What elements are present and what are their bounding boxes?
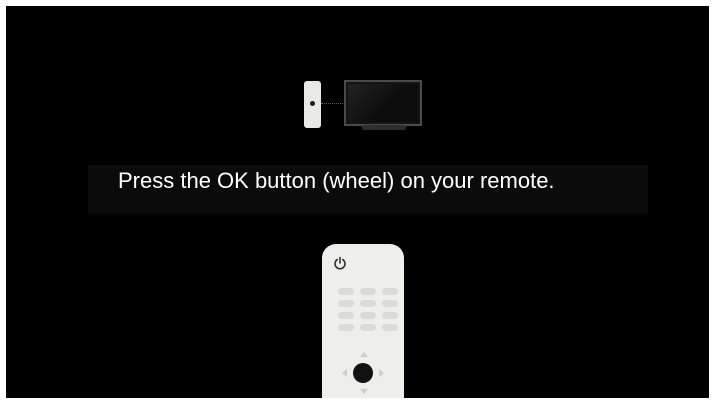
- tv-stand: [362, 125, 406, 130]
- keypad-button: [382, 312, 398, 319]
- remote-control-icon: [322, 244, 404, 398]
- keypad-button: [360, 300, 376, 307]
- set-top-box-icon: [304, 81, 321, 128]
- keypad-button: [360, 324, 376, 331]
- arrow-up-icon: [360, 352, 368, 357]
- tv-icon: [344, 80, 422, 126]
- keypad-button: [382, 324, 398, 331]
- instruction-banner: Press the OK button (wheel) on your remo…: [88, 165, 648, 213]
- keypad-button: [338, 300, 354, 307]
- keypad-button: [360, 312, 376, 319]
- arrow-right-icon: [379, 369, 384, 377]
- set-top-box-led: [310, 101, 315, 106]
- keypad-button: [338, 288, 354, 295]
- setup-screen: Press the OK button (wheel) on your remo…: [6, 6, 709, 398]
- arrow-down-icon: [360, 389, 368, 394]
- instruction-text: Press the OK button (wheel) on your remo…: [118, 168, 555, 193]
- keypad-button: [338, 324, 354, 331]
- arrow-left-icon: [342, 369, 347, 377]
- keypad-button: [382, 288, 398, 295]
- connection-line: [321, 103, 345, 104]
- keypad-button: [338, 312, 354, 319]
- tv-screen: [348, 84, 418, 122]
- keypad-button: [360, 288, 376, 295]
- keypad-button: [382, 300, 398, 307]
- power-icon: [334, 256, 346, 270]
- ok-button-icon: [353, 363, 373, 383]
- navigation-wheel: [338, 348, 388, 398]
